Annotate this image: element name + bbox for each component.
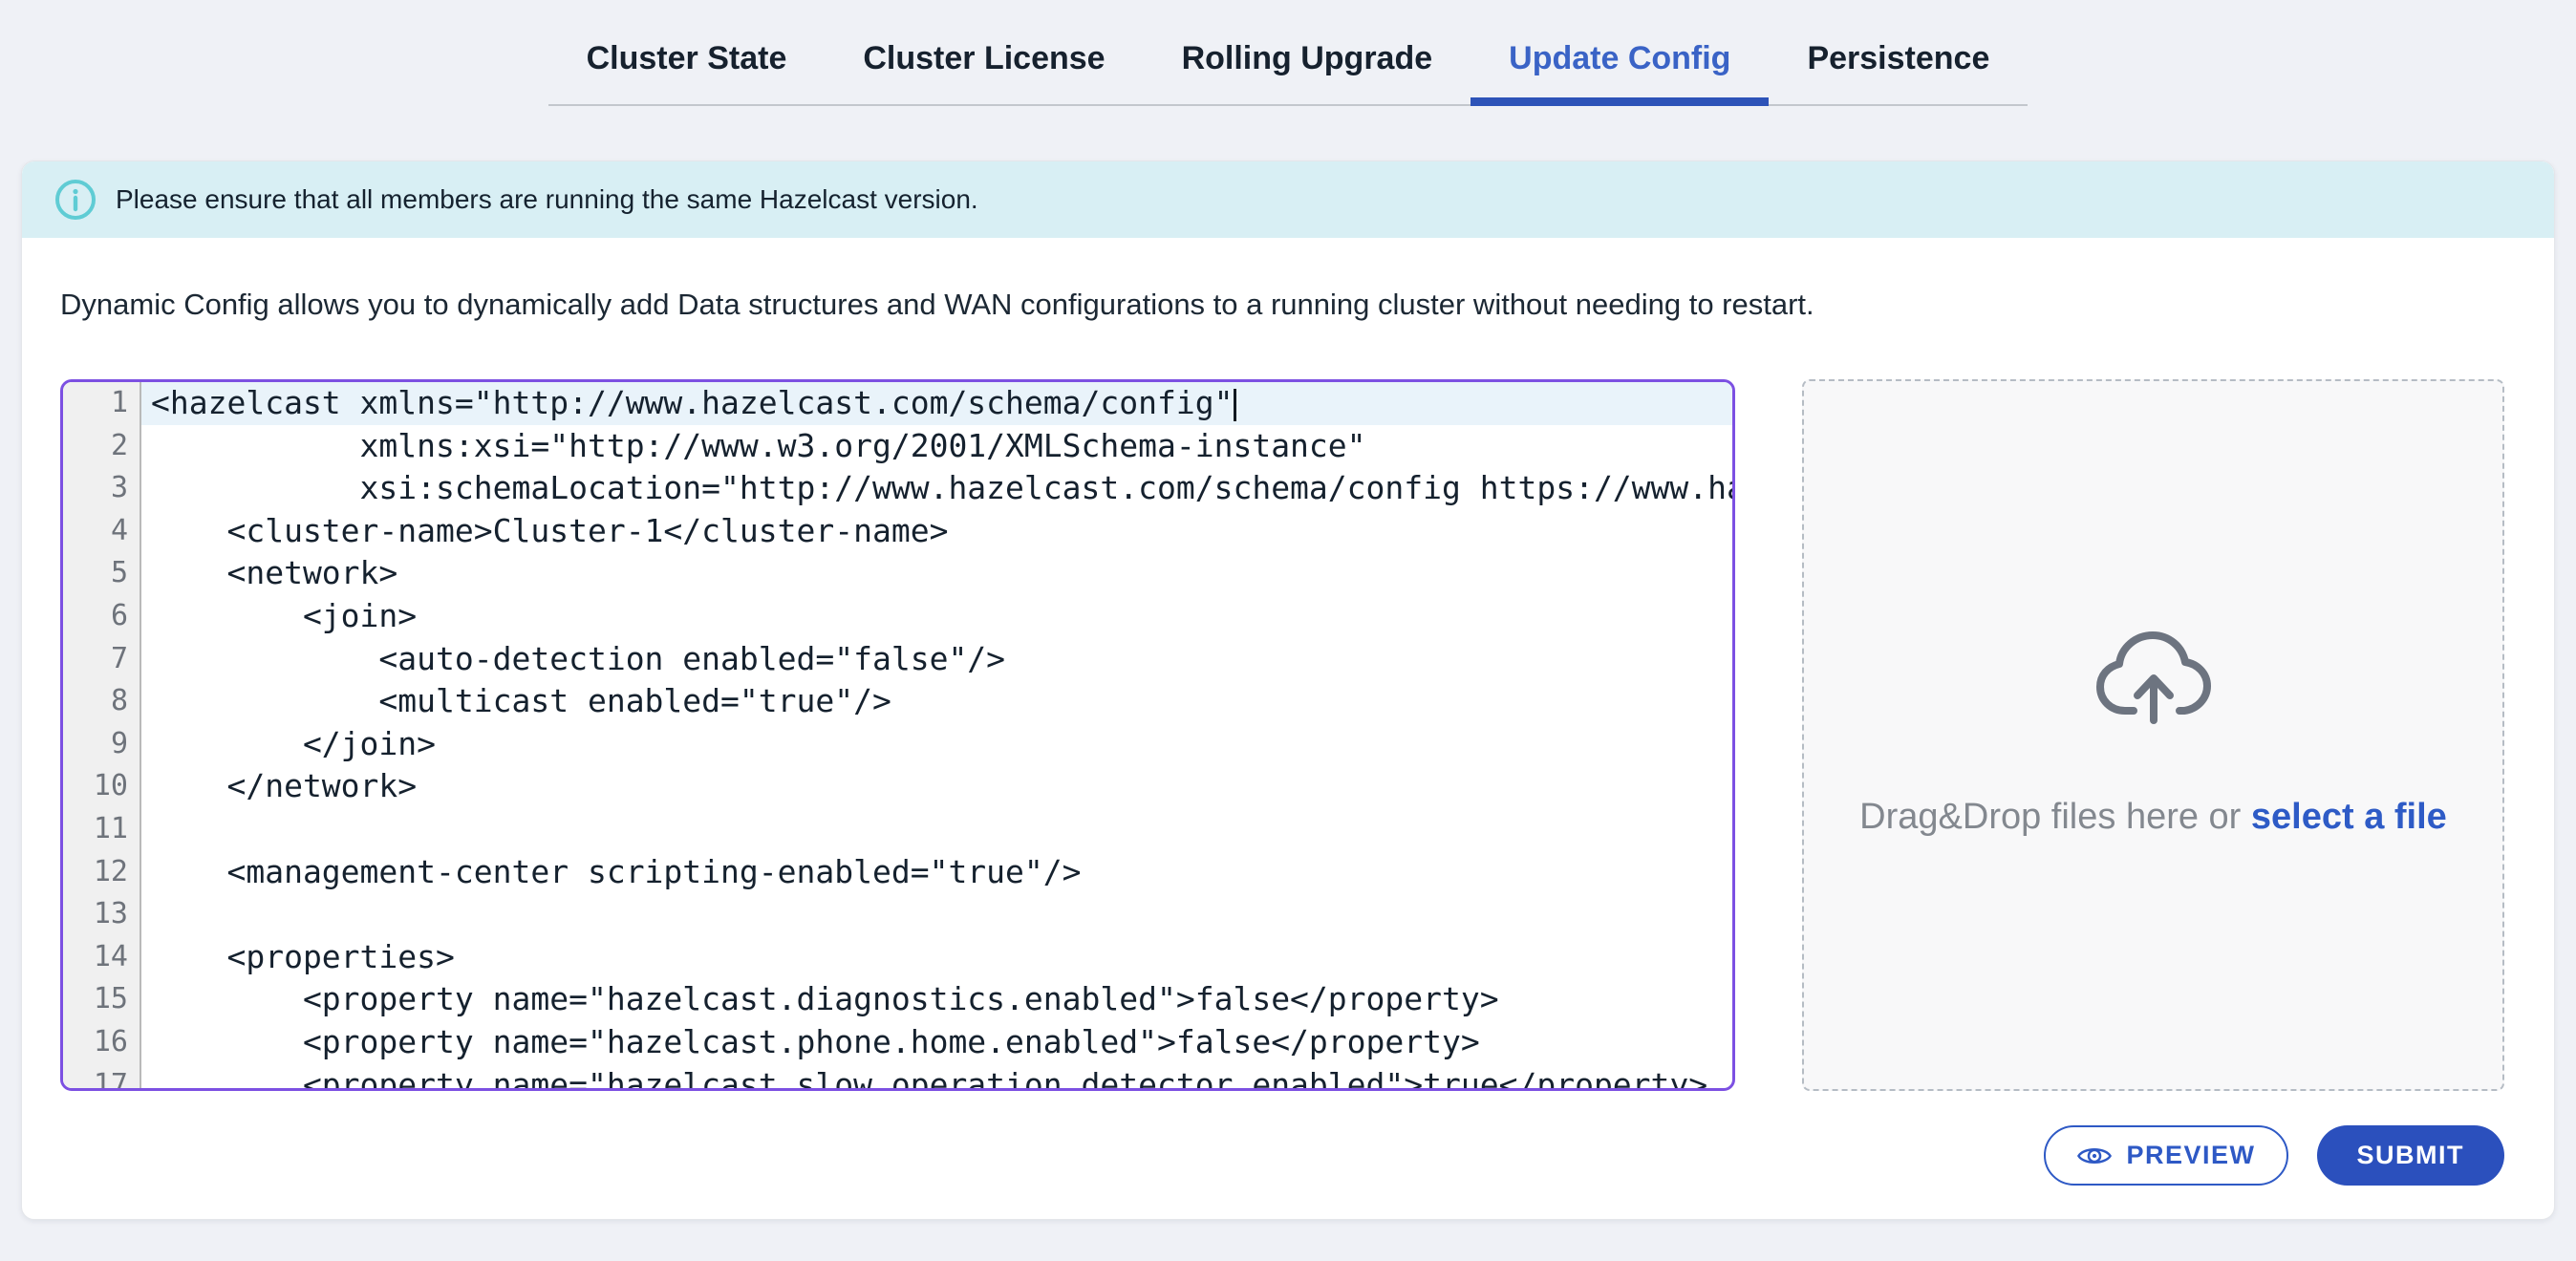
tab-cluster-license[interactable]: Cluster License bbox=[825, 27, 1143, 104]
submit-button[interactable]: SUBMIT bbox=[2317, 1125, 2505, 1186]
code-text bbox=[141, 808, 1732, 851]
code-text: <multicast enabled="true"/> bbox=[141, 680, 1732, 723]
banner-text: Please ensure that all members are runni… bbox=[116, 184, 978, 215]
content-row: 1 <hazelcast xmlns="http://www.hazelcast… bbox=[60, 379, 2504, 1091]
eye-icon bbox=[2076, 1143, 2113, 1169]
tab-label: Persistence bbox=[1807, 40, 1989, 76]
code-text: <property name="hazelcast.diagnostics.en… bbox=[141, 978, 1732, 1021]
cloud-upload-icon bbox=[2093, 625, 2214, 726]
code-text: <hazelcast xmlns="http://www.hazelcast.c… bbox=[141, 382, 1732, 425]
tab-bar: Cluster State Cluster License Rolling Up… bbox=[0, 0, 2576, 106]
code-text: </join> bbox=[141, 723, 1732, 766]
update-config-panel: Please ensure that all members are runni… bbox=[21, 160, 2555, 1220]
code-line: 1 <hazelcast xmlns="http://www.hazelcast… bbox=[63, 382, 1732, 425]
tab-label: Cluster State bbox=[587, 40, 787, 76]
select-file-link[interactable]: select a file bbox=[2251, 797, 2447, 837]
tab-label: Update Config bbox=[1509, 40, 1730, 76]
code-line: 11 bbox=[63, 808, 1732, 851]
code-text: <property name="hazelcast.slow.operation… bbox=[141, 1064, 1732, 1092]
code-line: 14 <properties> bbox=[63, 936, 1732, 979]
code-line: 8 <multicast enabled="true"/> bbox=[63, 680, 1732, 723]
line-number: 7 bbox=[63, 638, 141, 681]
code-line: 4 <cluster-name>Cluster-1</cluster-name> bbox=[63, 510, 1732, 553]
line-number: 6 bbox=[63, 595, 141, 638]
line-number: 1 bbox=[63, 382, 141, 425]
code-text: <cluster-name>Cluster-1</cluster-name> bbox=[141, 510, 1732, 553]
tab-update-config[interactable]: Update Config bbox=[1470, 27, 1769, 104]
preview-button[interactable]: PREVIEW bbox=[2044, 1125, 2287, 1186]
text-cursor bbox=[1234, 389, 1236, 421]
code-line: 7 <auto-detection enabled="false"/> bbox=[63, 638, 1732, 681]
code-text: <properties> bbox=[141, 936, 1732, 979]
tab-cluster-state[interactable]: Cluster State bbox=[548, 27, 826, 104]
code-line: 2 xmlns:xsi="http://www.w3.org/2001/XMLS… bbox=[63, 425, 1732, 468]
code-text: xmlns:xsi="http://www.w3.org/2001/XMLSch… bbox=[141, 425, 1732, 468]
line-number: 8 bbox=[63, 680, 141, 723]
code-text: <management-center scripting-enabled="tr… bbox=[141, 851, 1732, 894]
config-code-editor[interactable]: 1 <hazelcast xmlns="http://www.hazelcast… bbox=[60, 379, 1735, 1091]
code-line: 15 <property name="hazelcast.diagnostics… bbox=[63, 978, 1732, 1021]
code-line: 16 <property name="hazelcast.phone.home.… bbox=[63, 1021, 1732, 1064]
file-dropzone[interactable]: Drag&Drop files here or select a file bbox=[1802, 379, 2504, 1091]
dropzone-text: Drag&Drop files here or select a file bbox=[1829, 789, 2479, 845]
code-text bbox=[141, 893, 1732, 936]
line-number: 5 bbox=[63, 552, 141, 595]
dropzone-text-prefix: Drag&Drop files here or bbox=[1859, 797, 2251, 837]
code-text: <property name="hazelcast.phone.home.ena… bbox=[141, 1021, 1732, 1064]
line-number: 10 bbox=[63, 765, 141, 808]
tab-persistence[interactable]: Persistence bbox=[1769, 27, 2028, 104]
line-number: 16 bbox=[63, 1021, 141, 1064]
code-line: 6 <join> bbox=[63, 595, 1732, 638]
code-text: <join> bbox=[141, 595, 1732, 638]
line-number: 4 bbox=[63, 510, 141, 553]
description-text: Dynamic Config allows you to dynamically… bbox=[60, 288, 2512, 322]
line-number: 12 bbox=[63, 851, 141, 894]
line-number: 3 bbox=[63, 467, 141, 510]
preview-button-label: PREVIEW bbox=[2126, 1141, 2255, 1170]
tab-label: Rolling Upgrade bbox=[1182, 40, 1433, 76]
line-number: 11 bbox=[63, 808, 141, 851]
line-number: 17 bbox=[63, 1064, 141, 1092]
code-line: 10 </network> bbox=[63, 765, 1732, 808]
code-line: 5 <network> bbox=[63, 552, 1732, 595]
info-icon bbox=[54, 179, 97, 221]
code-text: xsi:schemaLocation="http://www.hazelcast… bbox=[141, 467, 1732, 510]
code-text: </network> bbox=[141, 765, 1732, 808]
code-text: <network> bbox=[141, 552, 1732, 595]
code-line: 17 <property name="hazelcast.slow.operat… bbox=[63, 1064, 1732, 1092]
line-number: 13 bbox=[63, 893, 141, 936]
actions-row: PREVIEW SUBMIT bbox=[22, 1125, 2504, 1186]
code-text: <auto-detection enabled="false"/> bbox=[141, 638, 1732, 681]
info-banner: Please ensure that all members are runni… bbox=[22, 161, 2554, 238]
tab-list: Cluster State Cluster License Rolling Up… bbox=[548, 27, 2029, 106]
code-line: 13 bbox=[63, 893, 1732, 936]
line-number: 2 bbox=[63, 425, 141, 468]
code-line: 12 <management-center scripting-enabled=… bbox=[63, 851, 1732, 894]
tab-rolling-upgrade[interactable]: Rolling Upgrade bbox=[1144, 27, 1471, 104]
code-line: 9 </join> bbox=[63, 723, 1732, 766]
line-number: 9 bbox=[63, 723, 141, 766]
code-line: 3 xsi:schemaLocation="http://www.hazelca… bbox=[63, 467, 1732, 510]
line-number: 14 bbox=[63, 936, 141, 979]
tab-label: Cluster License bbox=[863, 40, 1105, 76]
line-number: 15 bbox=[63, 978, 141, 1021]
